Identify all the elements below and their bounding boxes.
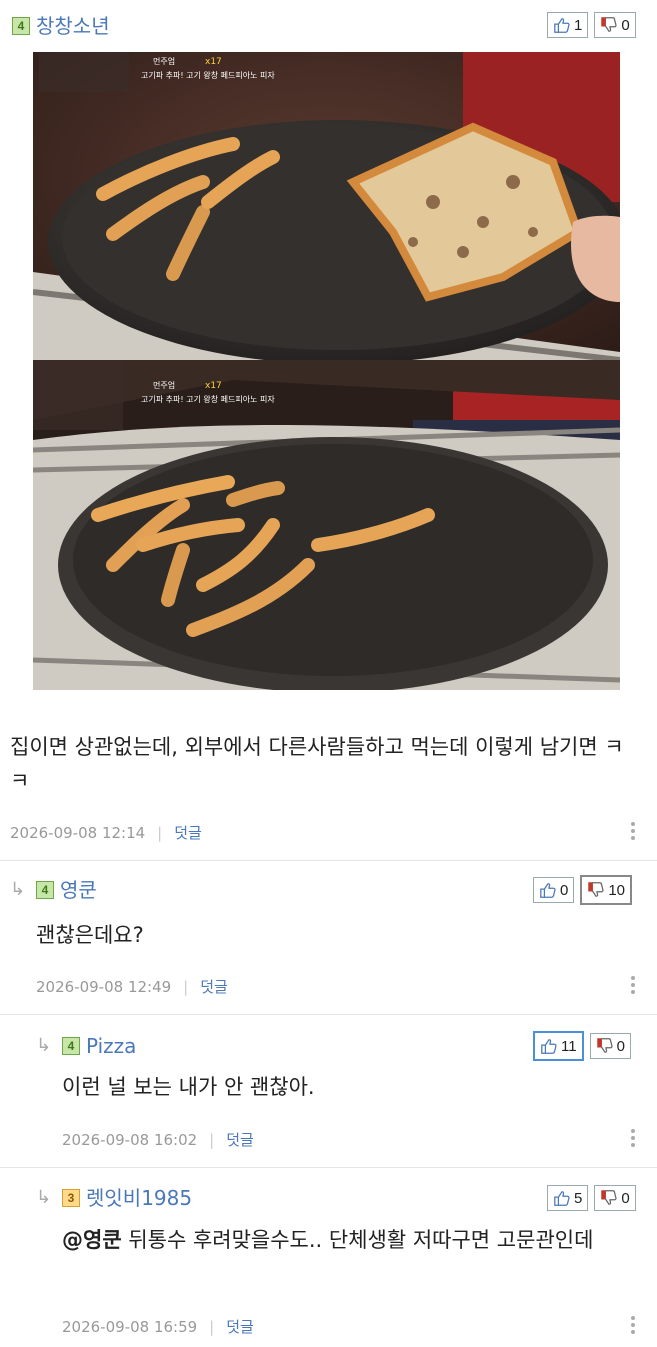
more-vertical-icon[interactable] — [631, 1129, 637, 1147]
more-vertical-icon[interactable] — [631, 976, 637, 994]
comment-date: 2026-09-08 16:02 — [62, 1130, 198, 1149]
comment-header: ↳ 4 영쿤 — [10, 878, 97, 902]
like-button[interactable]: 0 — [533, 877, 575, 903]
divider — [0, 1014, 657, 1015]
reply-link[interactable]: 덧글 — [226, 1129, 254, 1150]
overlay-badge: x17 — [205, 381, 222, 391]
level-badge: 4 — [12, 17, 30, 35]
reply-arrow-icon: ↳ — [10, 879, 26, 900]
reply-link[interactable]: 덧글 — [226, 1316, 254, 1337]
overlay-line1: 먼주업 — [153, 380, 175, 390]
like-button[interactable]: 11 — [533, 1031, 584, 1061]
thumbs-up-icon — [540, 1037, 558, 1055]
comment-text: 집이면 상관없는데, 외부에서 다른사람들하고 먹는데 이렇게 남기면 ㅋㅋ — [10, 735, 624, 793]
like-count: 1 — [574, 16, 583, 34]
level-badge: 4 — [62, 1037, 80, 1055]
comment-meta: 2026-09-08 12:49 | 덧글 — [36, 976, 228, 997]
comment-header: ↳ 3 렛잇비1985 — [36, 1186, 192, 1210]
like-button[interactable]: 5 — [547, 1185, 589, 1211]
attached-image[interactable]: 먼주업 x17 고기파 추파! 고기 왕창 페드피아노 피자 — [33, 360, 620, 690]
vote-group: 0 10 — [533, 875, 633, 905]
vote-group: 5 0 — [547, 1185, 636, 1211]
nickname-link[interactable]: 창창소년 — [36, 14, 110, 38]
comment-text: 괜찮은데요? — [36, 923, 144, 947]
reply-link[interactable]: 덧글 — [174, 822, 202, 843]
thumbs-down-icon — [600, 1189, 618, 1207]
divider — [0, 860, 657, 861]
comment-header: ↳ 4 Pizza — [36, 1034, 136, 1058]
separator: | — [157, 823, 163, 842]
vote-group: 11 0 — [533, 1031, 631, 1061]
like-button[interactable]: 1 — [547, 12, 589, 38]
reply-link[interactable]: 덧글 — [200, 976, 228, 997]
comment-date: 2026-09-08 12:14 — [10, 823, 146, 842]
comment-text: @영쿤 뒤통수 후려맞을수도.. 단체생활 저따구면 고문관인데 — [62, 1223, 647, 1257]
pizza-photo-bottom: 먼주업 x17 고기파 추파! 고기 왕창 페드피아노 피자 — [33, 360, 620, 690]
separator: | — [183, 977, 189, 996]
level-badge: 3 — [62, 1189, 80, 1207]
overlay-line1: 먼주업 — [153, 56, 175, 66]
overlay-line2: 고기파 추파! 고기 왕창 페드피아노 피자 — [141, 70, 275, 80]
comment-date: 2026-09-08 12:49 — [36, 977, 172, 996]
thumbs-up-icon — [539, 881, 557, 899]
separator: | — [209, 1130, 215, 1149]
thumbs-up-icon — [553, 16, 571, 34]
mention-link[interactable]: @영쿤 — [62, 1228, 122, 1252]
divider — [0, 1167, 657, 1168]
like-count: 0 — [560, 881, 569, 899]
pizza-photo-top: 먼주업 x17 고기파 추파! 고기 왕창 페드피아노 피자 — [33, 52, 620, 360]
like-count: 5 — [574, 1189, 583, 1207]
thumbs-up-icon — [553, 1189, 571, 1207]
level-badge: 4 — [36, 881, 54, 899]
dislike-count: 0 — [621, 16, 630, 34]
comment-date: 2026-09-08 16:59 — [62, 1317, 198, 1336]
comment-meta: 2026-09-08 16:59 | 덧글 — [62, 1316, 254, 1337]
more-vertical-icon[interactable] — [631, 822, 637, 840]
separator: | — [209, 1317, 215, 1336]
overlay-badge: x17 — [205, 57, 222, 67]
dislike-button[interactable]: 0 — [589, 1033, 631, 1059]
dislike-count: 10 — [608, 881, 626, 899]
reply-arrow-icon: ↳ — [36, 1035, 52, 1056]
nickname-link[interactable]: Pizza — [86, 1034, 136, 1058]
thumbs-down-icon — [587, 881, 605, 899]
dislike-count: 0 — [621, 1189, 630, 1207]
more-vertical-icon[interactable] — [631, 1316, 637, 1334]
nickname-link[interactable]: 렛잇비1985 — [86, 1186, 192, 1210]
nickname-link[interactable]: 영쿤 — [60, 878, 97, 902]
comment-meta: 2026-09-08 12:14 | 덧글 — [10, 822, 202, 843]
dislike-button[interactable]: 10 — [580, 875, 633, 905]
overlay-line2: 고기파 추파! 고기 왕창 페드피아노 피자 — [141, 394, 275, 404]
dislike-button[interactable]: 0 — [594, 1185, 636, 1211]
comment-text-body: 뒤통수 후려맞을수도.. 단체생활 저따구면 고문관인데 — [121, 1228, 594, 1252]
reply-arrow-icon: ↳ — [36, 1187, 52, 1208]
thumbs-down-icon — [596, 1037, 614, 1055]
thumbs-down-icon — [600, 16, 618, 34]
comment-header: 4 창창소년 — [12, 14, 110, 38]
vote-group: 1 0 — [547, 12, 636, 38]
like-count: 11 — [561, 1037, 577, 1055]
dislike-count: 0 — [616, 1037, 625, 1055]
dislike-button[interactable]: 0 — [594, 12, 636, 38]
comment-meta: 2026-09-08 16:02 | 덧글 — [62, 1129, 254, 1150]
comment-text: 이런 널 보는 내가 안 괜찮아. — [62, 1075, 315, 1099]
attached-image[interactable]: 먼주업 x17 고기파 추파! 고기 왕창 페드피아노 피자 — [33, 52, 620, 360]
